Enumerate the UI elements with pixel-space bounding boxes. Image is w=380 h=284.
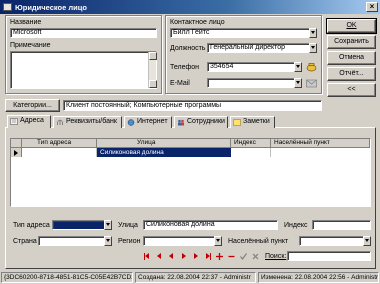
nav-prev-page-icon[interactable]: [155, 252, 164, 261]
phone-combo[interactable]: 354654: [207, 62, 302, 72]
city-combo[interactable]: [299, 236, 371, 246]
grid-corner: [11, 139, 22, 148]
nav-add-icon[interactable]: [215, 252, 224, 261]
grid-header-street[interactable]: Улица: [97, 139, 231, 148]
phone-label: Телефон: [170, 64, 200, 71]
categories-field: Клиент постоянный; Компьютерные программ…: [63, 100, 322, 111]
chevron-down-icon[interactable]: [309, 43, 317, 53]
close-button[interactable]: ×: [366, 2, 378, 12]
nav-last-icon[interactable]: [203, 252, 212, 261]
tab-internet[interactable]: Интернет: [124, 116, 172, 128]
nav-post-icon[interactable]: [239, 252, 248, 261]
cell-street[interactable]: Силиконовая долина: [97, 148, 231, 157]
tab-notes[interactable]: Заметки: [230, 116, 275, 128]
scroll-up-icon[interactable]: [149, 52, 157, 60]
scroll-down-icon[interactable]: [149, 80, 157, 88]
tab-addresses[interactable]: Адреса: [7, 115, 51, 128]
email-envelope-icon[interactable]: [306, 79, 317, 88]
chevron-down-icon[interactable]: [363, 236, 371, 246]
nav-cancel-icon[interactable]: [251, 252, 260, 261]
people-icon: [178, 119, 184, 126]
tab-label: Реквизиты/банк: [66, 118, 117, 125]
status-created: Создана: 22.08.2004 22:37 - Administr: [135, 272, 256, 283]
address-book-icon: [10, 118, 18, 125]
region-combo[interactable]: [143, 236, 222, 246]
company-name-input[interactable]: Microsoft: [10, 28, 157, 38]
phone-dial-icon[interactable]: [306, 62, 317, 72]
address-type-combo[interactable]: [52, 220, 112, 230]
cancel-button[interactable]: Отмена: [327, 51, 376, 65]
cell-city[interactable]: [271, 148, 370, 157]
status-record-id: {3DC60200-8718-4851-81C5-C05E42B7CD21}: [1, 272, 133, 283]
note-scrollbar[interactable]: [148, 52, 157, 88]
notes-icon: [233, 119, 241, 126]
tab-employees[interactable]: Сотрудники: [174, 116, 228, 128]
grid-header-type[interactable]: Тип адреса: [22, 139, 97, 148]
tab-label: Заметки: [243, 118, 270, 125]
tab-label: Адреса: [20, 117, 44, 124]
position-label: Должность: [170, 45, 206, 52]
cell-type[interactable]: [22, 148, 97, 157]
country-label: Страна: [13, 238, 37, 245]
chevron-down-icon[interactable]: [214, 236, 222, 246]
bank-icon: [56, 119, 64, 125]
app-icon: [3, 3, 12, 11]
contact-label: Контактное лицо: [170, 19, 225, 26]
grid-header-city[interactable]: Населённый пункт: [271, 139, 370, 148]
region-label: Регион: [118, 238, 141, 245]
email-combo[interactable]: [207, 78, 302, 88]
chevron-down-icon[interactable]: [104, 236, 112, 246]
address-type-label: Тип адреса: [13, 222, 50, 229]
contact-person-combo[interactable]: Билл Гейтс: [170, 28, 317, 38]
save-button[interactable]: Сохранить: [327, 35, 376, 49]
address-grid[interactable]: Тип адреса Улица Индекс Населённый пункт…: [10, 138, 371, 207]
nav-prev-icon[interactable]: [167, 252, 176, 261]
email-label: E-Mail: [170, 80, 190, 87]
nav-next-page-icon[interactable]: [191, 252, 200, 261]
grid-header-index[interactable]: Индекс: [231, 139, 271, 148]
row-indicator: [11, 148, 22, 157]
categories-button[interactable]: Категории...: [5, 99, 60, 112]
position-combo[interactable]: Генеральный директор: [207, 43, 317, 53]
collapse-button[interactable]: <<: [327, 83, 376, 97]
note-label: Примечание: [10, 42, 51, 49]
cell-index[interactable]: [231, 148, 271, 157]
index-label: Индекс: [284, 222, 308, 229]
status-modified: Изменена: 22.08.2004 22:56 - Administr: [258, 272, 379, 283]
name-label: Название: [10, 19, 42, 26]
search-label: Поиск:: [265, 253, 287, 260]
nav-next-icon[interactable]: [179, 252, 188, 261]
nav-first-icon[interactable]: [143, 252, 152, 261]
chevron-down-icon[interactable]: [309, 28, 317, 38]
title-bar: Юридическое лицо ×: [0, 0, 380, 14]
tab-requisites[interactable]: Реквизиты/банк: [53, 116, 122, 128]
ok-button[interactable]: OK: [326, 18, 377, 34]
tab-label: Сотрудники: [187, 118, 225, 125]
globe-icon: [127, 119, 135, 126]
window-title: Юридическое лицо: [15, 3, 87, 12]
index-input[interactable]: [312, 220, 371, 230]
street-label: Улица: [118, 222, 138, 229]
chevron-down-icon[interactable]: [294, 78, 302, 88]
report-button[interactable]: Отчёт...: [327, 67, 376, 81]
country-combo[interactable]: [38, 236, 112, 246]
city-label: Населённый пункт: [228, 238, 289, 245]
street-input[interactable]: Силиконовая долина: [143, 220, 278, 230]
note-textarea[interactable]: [10, 51, 157, 89]
table-row[interactable]: Силиконовая долина: [11, 148, 370, 158]
chevron-down-icon[interactable]: [294, 62, 302, 72]
chevron-down-icon[interactable]: [104, 220, 112, 230]
nav-delete-icon[interactable]: [227, 252, 236, 261]
search-input[interactable]: [287, 251, 371, 261]
tab-label: Интернет: [137, 118, 168, 125]
